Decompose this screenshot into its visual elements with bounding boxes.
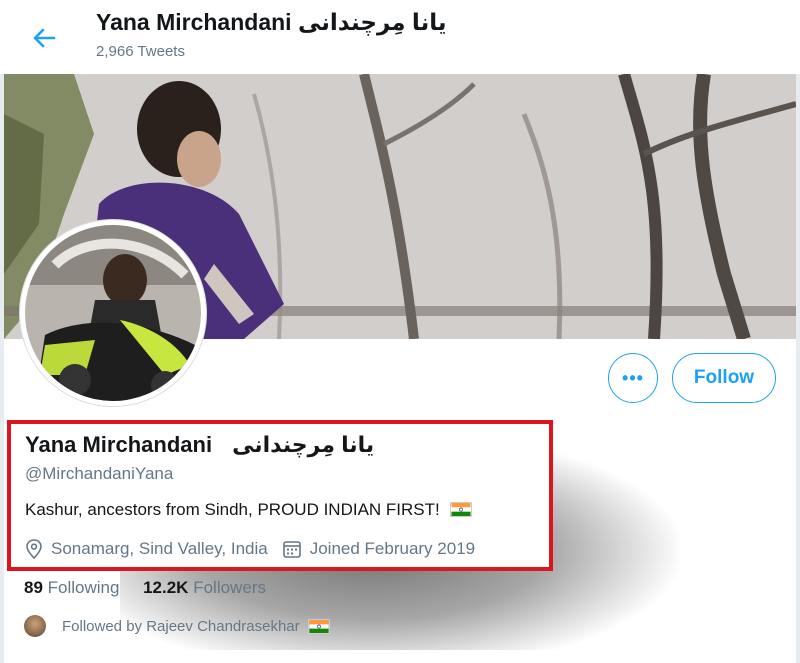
page-border-right — [796, 74, 800, 663]
avatar-photo — [25, 225, 201, 401]
followed-by[interactable]: Followed by Rajeev Chandrasekhar — [24, 615, 330, 637]
followers-label: Followers — [193, 578, 266, 597]
following-count: 89 — [24, 578, 43, 597]
profile-name-latin: Yana Mirchandani — [25, 432, 213, 457]
more-icon: ••• — [622, 368, 644, 388]
follower-avatar — [24, 615, 46, 637]
header-title: Yana Mirchandani یانا مِرچندانی — [96, 9, 447, 35]
profile-name-urdu: یانا مِرچندانی — [232, 432, 375, 457]
location-icon — [26, 539, 42, 559]
profile-handle[interactable]: @MirchandaniYana — [25, 464, 173, 484]
following-link[interactable]: 89 Following — [24, 578, 119, 597]
tweet-count: 2,966 Tweets — [96, 43, 185, 60]
following-label: Following — [47, 578, 120, 597]
profile-joined-date: Joined February 2019 — [309, 539, 476, 558]
followed-by-text: Followed by Rajeev Chandrasekhar — [62, 617, 300, 635]
profile-bio-text: Kashur, ancestors from Sindh, PROUD INDI… — [25, 500, 440, 519]
india-flag-icon — [450, 502, 473, 517]
more-options-button[interactable]: ••• — [608, 353, 658, 403]
profile-header: Yana Mirchandani یانا مِرچندانی 2,966 Tw… — [0, 0, 800, 72]
followers-count: 12.2K — [143, 578, 189, 597]
profile-avatar[interactable] — [20, 220, 206, 406]
calendar-icon — [282, 541, 301, 558]
profile-name: Yana Mirchandani یانا مِرچندانی — [25, 432, 374, 458]
followers-link[interactable]: 12.2K Followers — [143, 578, 266, 597]
back-arrow-icon — [33, 28, 56, 48]
profile-meta: Sonamarg, Sind Valley, India Joined Febr… — [25, 539, 475, 559]
follow-button[interactable]: Follow — [672, 353, 776, 403]
profile-bio: Kashur, ancestors from Sindh, PROUD INDI… — [25, 500, 473, 520]
profile-info-highlight: Yana Mirchandani یانا مِرچندانی @Mirchand… — [7, 420, 553, 571]
back-button[interactable] — [28, 22, 60, 54]
profile-stats: 89 Following 12.2K Followers — [24, 578, 266, 598]
india-flag-icon — [307, 618, 330, 634]
profile-location: Sonamarg, Sind Valley, India — [51, 539, 268, 558]
